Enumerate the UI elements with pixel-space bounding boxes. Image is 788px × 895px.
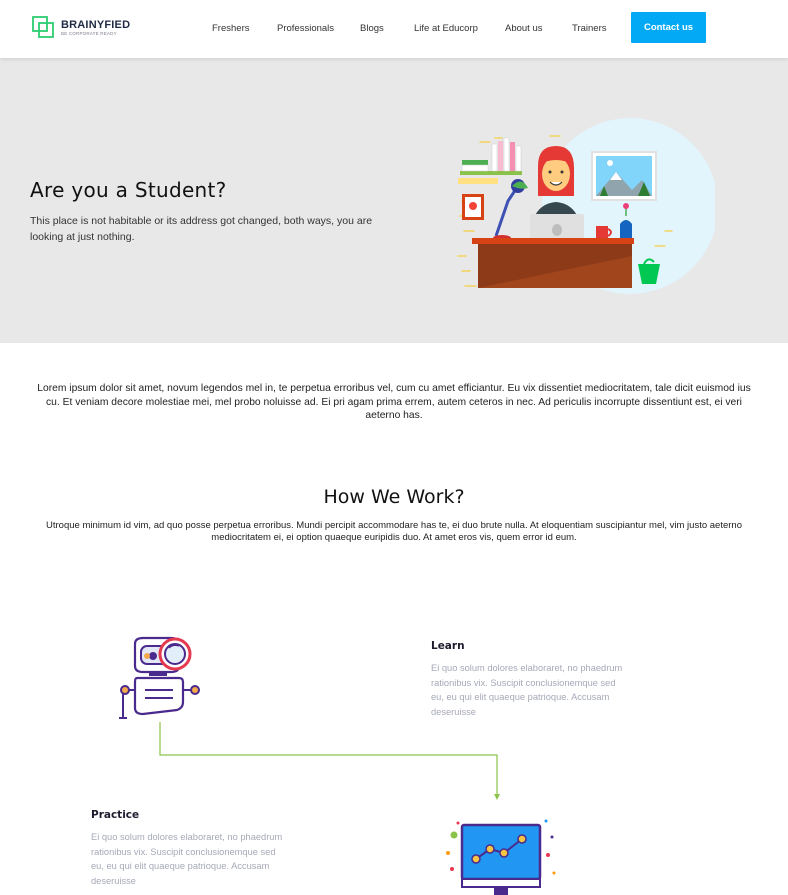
nav-about-us[interactable]: About us xyxy=(505,0,543,58)
logo-squares-icon xyxy=(32,16,54,38)
student-desk-illustration xyxy=(457,118,715,294)
step-learn-title: Learn xyxy=(431,640,465,652)
hero-description: This place is not habitable or its addre… xyxy=(30,215,373,243)
hero-title: Are you a Student? xyxy=(30,178,227,202)
how-we-work-description: Utroque minimum id vim, ad quo posse per… xyxy=(46,520,742,543)
nav-blogs[interactable]: Blogs xyxy=(360,0,384,58)
nav-life-at-educorp[interactable]: Life at Educorp xyxy=(414,0,478,58)
step-learn-text: Ei quo solum dolores elaboraret, no phae… xyxy=(431,663,623,717)
nav-trainers[interactable]: Trainers xyxy=(572,0,607,58)
site-header: BRAINYFIED BE CORPORATE READY Freshers P… xyxy=(0,0,788,58)
hero-section: Are you a Student? This place is not hab… xyxy=(0,58,788,343)
step-practice-title: Practice xyxy=(91,809,140,821)
step-practice-text: Ei quo solum dolores elaboraret, no phae… xyxy=(91,832,283,886)
intro-paragraph: Lorem ipsum dolor sit amet, novum legend… xyxy=(37,383,751,421)
brand-logo[interactable]: BRAINYFIED BE CORPORATE READY xyxy=(32,16,130,39)
how-we-work-title: How We Work? xyxy=(323,486,465,508)
monitor-chart-icon xyxy=(446,819,556,895)
nav-professionals[interactable]: Professionals xyxy=(277,0,334,58)
robot-magnifier-icon xyxy=(119,636,200,719)
logo-tagline: BE CORPORATE READY xyxy=(61,30,117,36)
contact-us-button[interactable]: Contact us xyxy=(631,12,706,43)
nav-freshers[interactable]: Freshers xyxy=(212,0,249,58)
logo-name: BRAINYFIED xyxy=(61,18,131,31)
